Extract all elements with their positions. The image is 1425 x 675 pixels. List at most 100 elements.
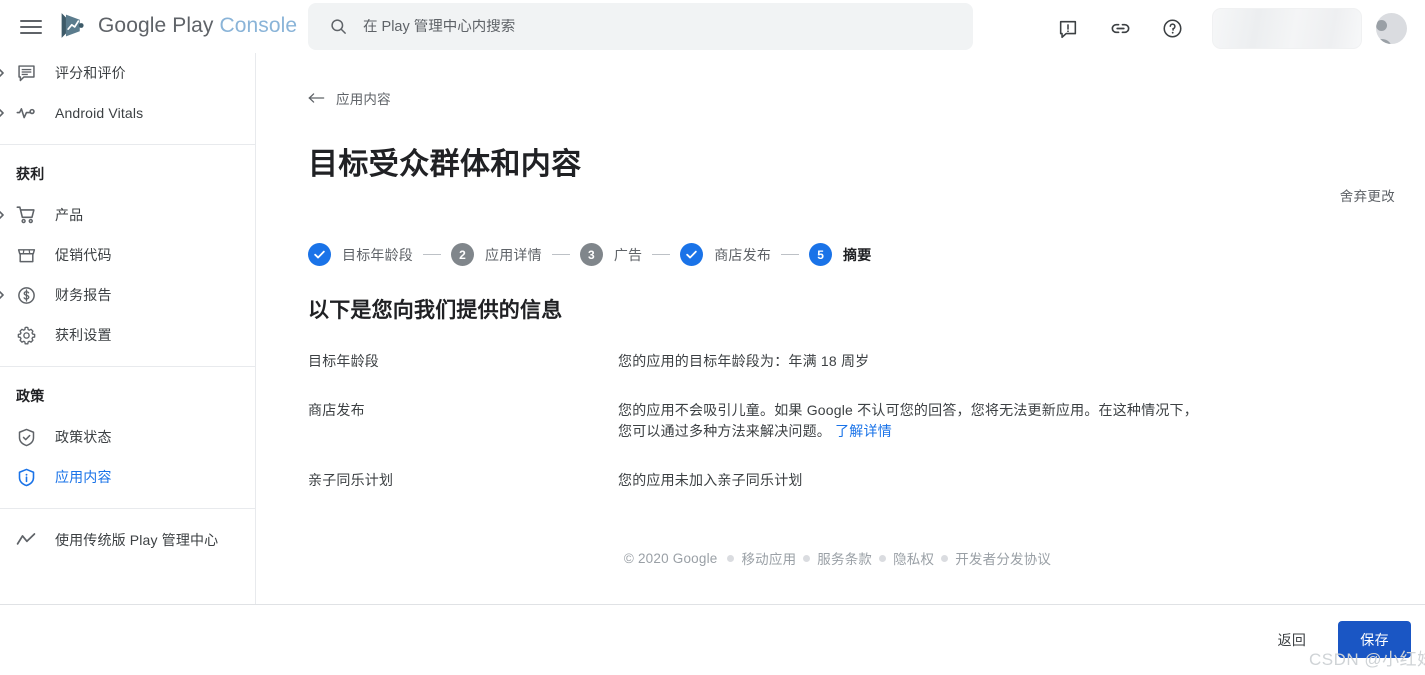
footer-link-mobile-app[interactable]: 移动应用 bbox=[741, 548, 796, 568]
top-app-bar: Google Play Console bbox=[0, 0, 1425, 53]
page-title: 目标受众群体和内容 bbox=[308, 139, 582, 183]
sidebar-item-legacy-console[interactable]: 使用传统版 Play 管理中心 bbox=[0, 520, 255, 560]
summary-row: 亲子同乐计划 您的应用未加入亲子同乐计划 bbox=[308, 470, 1308, 491]
sidebar-item-label: 评分和评价 bbox=[55, 63, 126, 83]
gear-icon bbox=[15, 324, 37, 346]
sidebar-item-financial-reports[interactable]: 财务报告 bbox=[0, 275, 255, 315]
wizard-stepper: 目标年龄段 2 应用详情 3 广告 商店发布 bbox=[308, 243, 871, 266]
search-box[interactable] bbox=[308, 3, 973, 50]
summary-row: 商店发布 您的应用不会吸引儿童。如果 Google 不认可您的回答，您将无法更新… bbox=[308, 400, 1308, 442]
footer-link-privacy[interactable]: 隐私权 bbox=[893, 548, 934, 568]
search-input[interactable] bbox=[363, 19, 923, 35]
shield-info-icon bbox=[15, 466, 37, 488]
step-store-listing[interactable]: 商店发布 bbox=[680, 243, 771, 266]
back-arrow-icon bbox=[308, 91, 325, 105]
back-button[interactable]: 返回 bbox=[1268, 622, 1317, 658]
step-target-age[interactable]: 目标年龄段 bbox=[308, 243, 413, 266]
step-label: 目标年龄段 bbox=[342, 245, 413, 265]
account-placeholder-pill[interactable] bbox=[1212, 8, 1362, 49]
page-footer: © 2020 Google 移动应用 服务条款 隐私权 开发者分发协议 bbox=[257, 548, 1425, 568]
chevron-right-icon bbox=[0, 108, 6, 118]
sidebar-item-label: 促销代码 bbox=[55, 245, 112, 265]
summary-row-text: 您的应用不会吸引儿童。如果 Google 不认可您的回答，您将无法更新应用。在这… bbox=[618, 402, 1198, 439]
step-badge-number: 5 bbox=[809, 243, 832, 266]
summary-row: 目标年龄段 您的应用的目标年龄段为：年满 18 周岁 bbox=[308, 351, 1308, 372]
summary-row-value: 您的应用的目标年龄段为：年满 18 周岁 bbox=[618, 351, 1198, 372]
summary-row-label: 亲子同乐计划 bbox=[308, 470, 618, 491]
store-icon bbox=[15, 244, 37, 266]
step-badge-number: 2 bbox=[451, 243, 474, 266]
sidebar-divider bbox=[0, 508, 256, 509]
feedback-icon[interactable] bbox=[1049, 10, 1087, 48]
check-icon bbox=[313, 248, 326, 261]
brand-google-play-text: Google Play bbox=[98, 14, 214, 37]
step-label: 摘要 bbox=[843, 245, 871, 265]
sidebar-item-label: Android Vitals bbox=[55, 105, 143, 121]
sidebar-item-label: 政策状态 bbox=[55, 427, 112, 447]
sidebar-item-label: 产品 bbox=[55, 205, 83, 225]
footer-bullet-icon bbox=[941, 555, 948, 562]
summary-row-text: 您的应用未加入亲子同乐计划 bbox=[618, 472, 803, 488]
play-console-page: Google Play Console bbox=[0, 0, 1425, 675]
step-ads[interactable]: 3 广告 bbox=[580, 243, 642, 266]
step-separator bbox=[423, 254, 441, 255]
chevron-right-icon bbox=[0, 68, 6, 78]
brand-logo-link[interactable]: Google Play Console bbox=[58, 11, 297, 40]
step-badge-check-icon bbox=[308, 243, 331, 266]
step-separator bbox=[781, 254, 799, 255]
hamburger-menu-icon[interactable] bbox=[18, 14, 44, 40]
step-summary[interactable]: 5 摘要 bbox=[809, 243, 871, 266]
sidebar-item-label: 应用内容 bbox=[55, 467, 112, 487]
footer-link-developer-agreement[interactable]: 开发者分发协议 bbox=[955, 548, 1051, 568]
bottom-action-bar: 返回 保存 bbox=[0, 605, 1425, 675]
sidebar-item-label: 财务报告 bbox=[55, 285, 112, 305]
summary-rows: 目标年龄段 您的应用的目标年龄段为：年满 18 周岁 商店发布 您的应用不会吸引… bbox=[308, 351, 1308, 491]
summary-row-label: 目标年龄段 bbox=[308, 351, 618, 372]
vitals-pulse-icon bbox=[15, 102, 37, 124]
sidebar-item-products[interactable]: 产品 bbox=[0, 195, 255, 235]
search-icon bbox=[329, 17, 348, 36]
summary-row-value: 您的应用不会吸引儿童。如果 Google 不认可您的回答，您将无法更新应用。在这… bbox=[618, 400, 1198, 442]
summary-row-value: 您的应用未加入亲子同乐计划 bbox=[618, 470, 1198, 491]
brand-console-text: Console bbox=[219, 14, 297, 37]
sidebar-item-label: 使用传统版 Play 管理中心 bbox=[55, 530, 218, 550]
summary-row-text: 您的应用的目标年龄段为：年满 18 周岁 bbox=[618, 353, 869, 369]
step-separator bbox=[652, 254, 670, 255]
step-badge-number: 3 bbox=[580, 243, 603, 266]
summary-row-label: 商店发布 bbox=[308, 400, 618, 442]
footer-copyright: © 2020 Google bbox=[624, 551, 718, 566]
step-separator bbox=[552, 254, 570, 255]
account-avatar-icon[interactable] bbox=[1376, 13, 1407, 44]
sidebar-item-android-vitals[interactable]: Android Vitals bbox=[0, 93, 255, 133]
link-icon[interactable] bbox=[1101, 10, 1139, 48]
footer-link-terms[interactable]: 服务条款 bbox=[817, 548, 872, 568]
chevron-right-icon bbox=[0, 290, 6, 300]
learn-more-link[interactable]: 了解详情 bbox=[835, 423, 892, 439]
help-icon[interactable] bbox=[1153, 10, 1191, 48]
sidebar-item-policy-status[interactable]: 政策状态 bbox=[0, 417, 255, 457]
step-label: 商店发布 bbox=[714, 245, 771, 265]
topbar-actions bbox=[1042, 8, 1409, 49]
sidebar-item-promo-codes[interactable]: 促销代码 bbox=[0, 235, 255, 275]
breadcrumb[interactable]: 应用内容 bbox=[308, 88, 391, 108]
sidebar-item-monetization-settings[interactable]: 获利设置 bbox=[0, 315, 255, 355]
shopping-cart-icon bbox=[15, 204, 37, 226]
dollar-circle-icon bbox=[15, 284, 37, 306]
main-content: 应用内容 目标受众群体和内容 舍弃更改 目标年龄段 2 应用详情 3 bbox=[257, 53, 1425, 605]
sidebar-item-reviews[interactable]: 评分和评价 bbox=[0, 53, 255, 93]
sidebar-section-title-monetize: 获利 bbox=[0, 145, 255, 195]
footer-bullet-icon bbox=[879, 555, 886, 562]
save-button[interactable]: 保存 bbox=[1338, 621, 1411, 658]
sidebar-item-app-content[interactable]: 应用内容 bbox=[0, 457, 255, 497]
step-app-details[interactable]: 2 应用详情 bbox=[451, 243, 542, 266]
shield-check-icon bbox=[15, 426, 37, 448]
chevron-right-icon bbox=[0, 210, 6, 220]
trend-line-icon bbox=[15, 529, 37, 551]
reviews-icon bbox=[15, 62, 37, 84]
check-icon bbox=[685, 248, 698, 261]
footer-bullet-icon bbox=[803, 555, 810, 562]
discard-changes-button[interactable]: 舍弃更改 bbox=[1332, 179, 1403, 211]
step-badge-check-icon bbox=[680, 243, 703, 266]
step-label: 广告 bbox=[614, 245, 642, 265]
breadcrumb-label: 应用内容 bbox=[336, 88, 391, 108]
